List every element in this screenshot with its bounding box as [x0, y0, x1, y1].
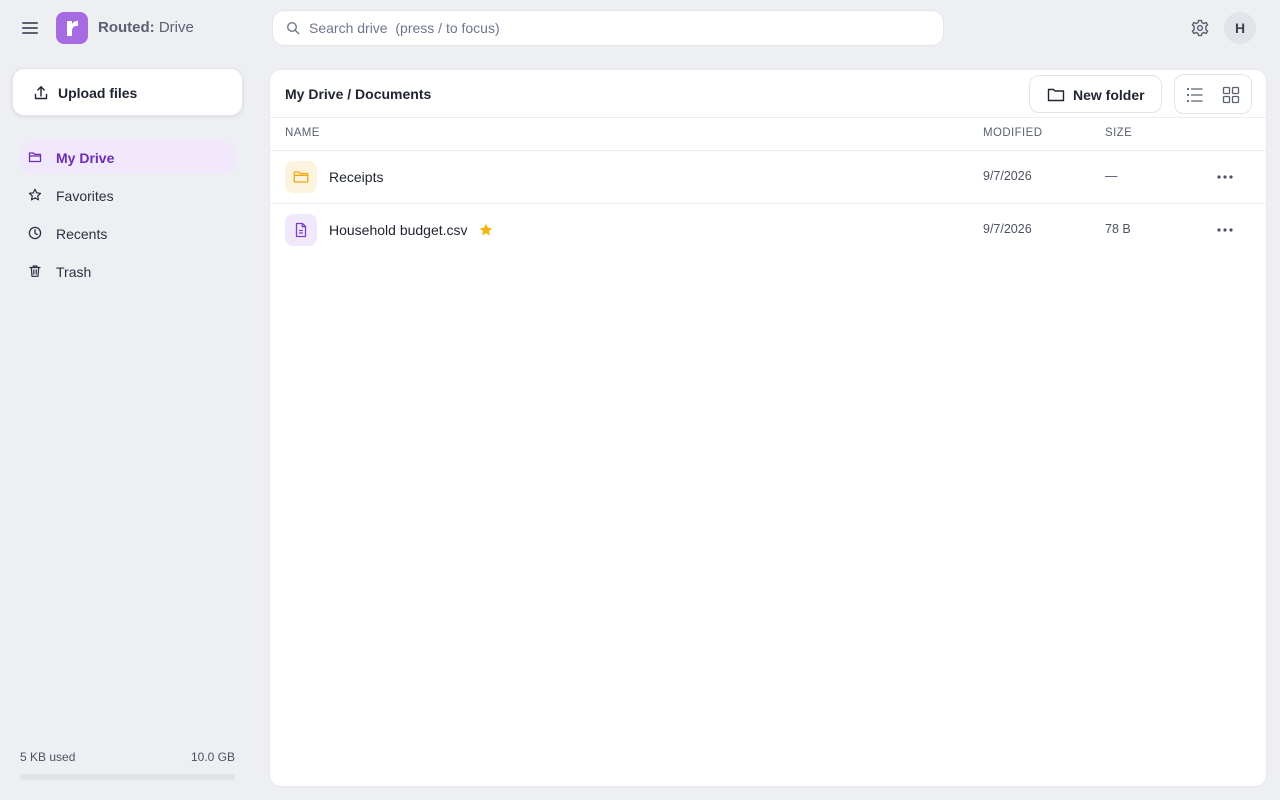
- storage-total: 10.0 GB: [190, 750, 235, 764]
- table-row[interactable]: Receipts 9/7/2026 —: [270, 151, 1266, 204]
- search-bar[interactable]: [272, 10, 944, 46]
- clock-icon: [28, 226, 42, 240]
- grid-view-icon[interactable]: [1220, 84, 1242, 106]
- storage-used: 5 KB used: [20, 750, 76, 764]
- file-size: 78 B: [1105, 222, 1131, 236]
- sidebar-item-recents[interactable]: Recents: [18, 216, 238, 250]
- new-folder-button[interactable]: New folder: [1029, 75, 1162, 113]
- folder-icon: [1047, 88, 1065, 102]
- file-name: Receipts: [329, 169, 384, 185]
- search-input[interactable]: [309, 11, 929, 45]
- sidebar-item-label: Favorites: [56, 188, 114, 204]
- star-icon: [28, 188, 42, 201]
- column-header-modified[interactable]: MODIFIED: [983, 127, 1042, 139]
- list-view-icon[interactable]: [1184, 84, 1206, 106]
- menu-icon[interactable]: [18, 16, 42, 40]
- sidebar-nav: My Drive Favorites Recents Trash: [18, 140, 238, 292]
- upload-files-label: Upload files: [58, 85, 138, 101]
- sidebar-item-my-drive[interactable]: My Drive: [18, 140, 238, 174]
- upload-icon: [34, 86, 48, 100]
- avatar[interactable]: H: [1224, 12, 1256, 44]
- breadcrumb: My Drive / Documents: [285, 86, 432, 102]
- sidebar-item-label: Recents: [56, 226, 108, 242]
- gear-icon[interactable]: [1189, 17, 1211, 39]
- trash-icon: [29, 265, 41, 277]
- more-options-icon[interactable]: [1210, 220, 1240, 240]
- sidebar-item-favorites[interactable]: Favorites: [18, 178, 238, 212]
- column-header-size[interactable]: SIZE: [1105, 127, 1132, 139]
- file-name: Household budget.csv: [329, 222, 468, 238]
- new-folder-label: New folder: [1073, 87, 1145, 103]
- file-modified: 9/7/2026: [983, 222, 1032, 236]
- column-header-name[interactable]: NAME: [285, 127, 320, 139]
- file-icon: [285, 214, 317, 246]
- table-row[interactable]: Household budget.csv 9/7/2026 78 B: [270, 204, 1266, 257]
- folder-icon: [285, 161, 317, 193]
- file-size: —: [1105, 169, 1118, 183]
- sidebar-item-label: Trash: [56, 264, 92, 280]
- sidebar-item-label: My Drive: [56, 150, 115, 166]
- top-bar: Routed: Drive H: [0, 0, 1280, 56]
- search-icon: [286, 21, 300, 35]
- table-header: NAME MODIFIED SIZE: [270, 118, 1266, 151]
- storage-bar: [20, 774, 235, 780]
- panel-header: My Drive / Documents New folder: [270, 70, 1266, 118]
- file-browser-panel: My Drive / Documents New folder NAME MOD…: [269, 69, 1267, 787]
- app-logo: [56, 12, 88, 44]
- more-options-icon[interactable]: [1210, 167, 1240, 187]
- upload-files-button[interactable]: Upload files: [12, 68, 243, 116]
- file-modified: 9/7/2026: [983, 169, 1032, 183]
- sidebar-item-trash[interactable]: Trash: [18, 254, 238, 288]
- view-toggle: [1174, 74, 1252, 114]
- folder-icon: [28, 152, 42, 163]
- star-filled-icon[interactable]: [479, 223, 493, 237]
- app-title: Routed: Drive: [98, 19, 194, 36]
